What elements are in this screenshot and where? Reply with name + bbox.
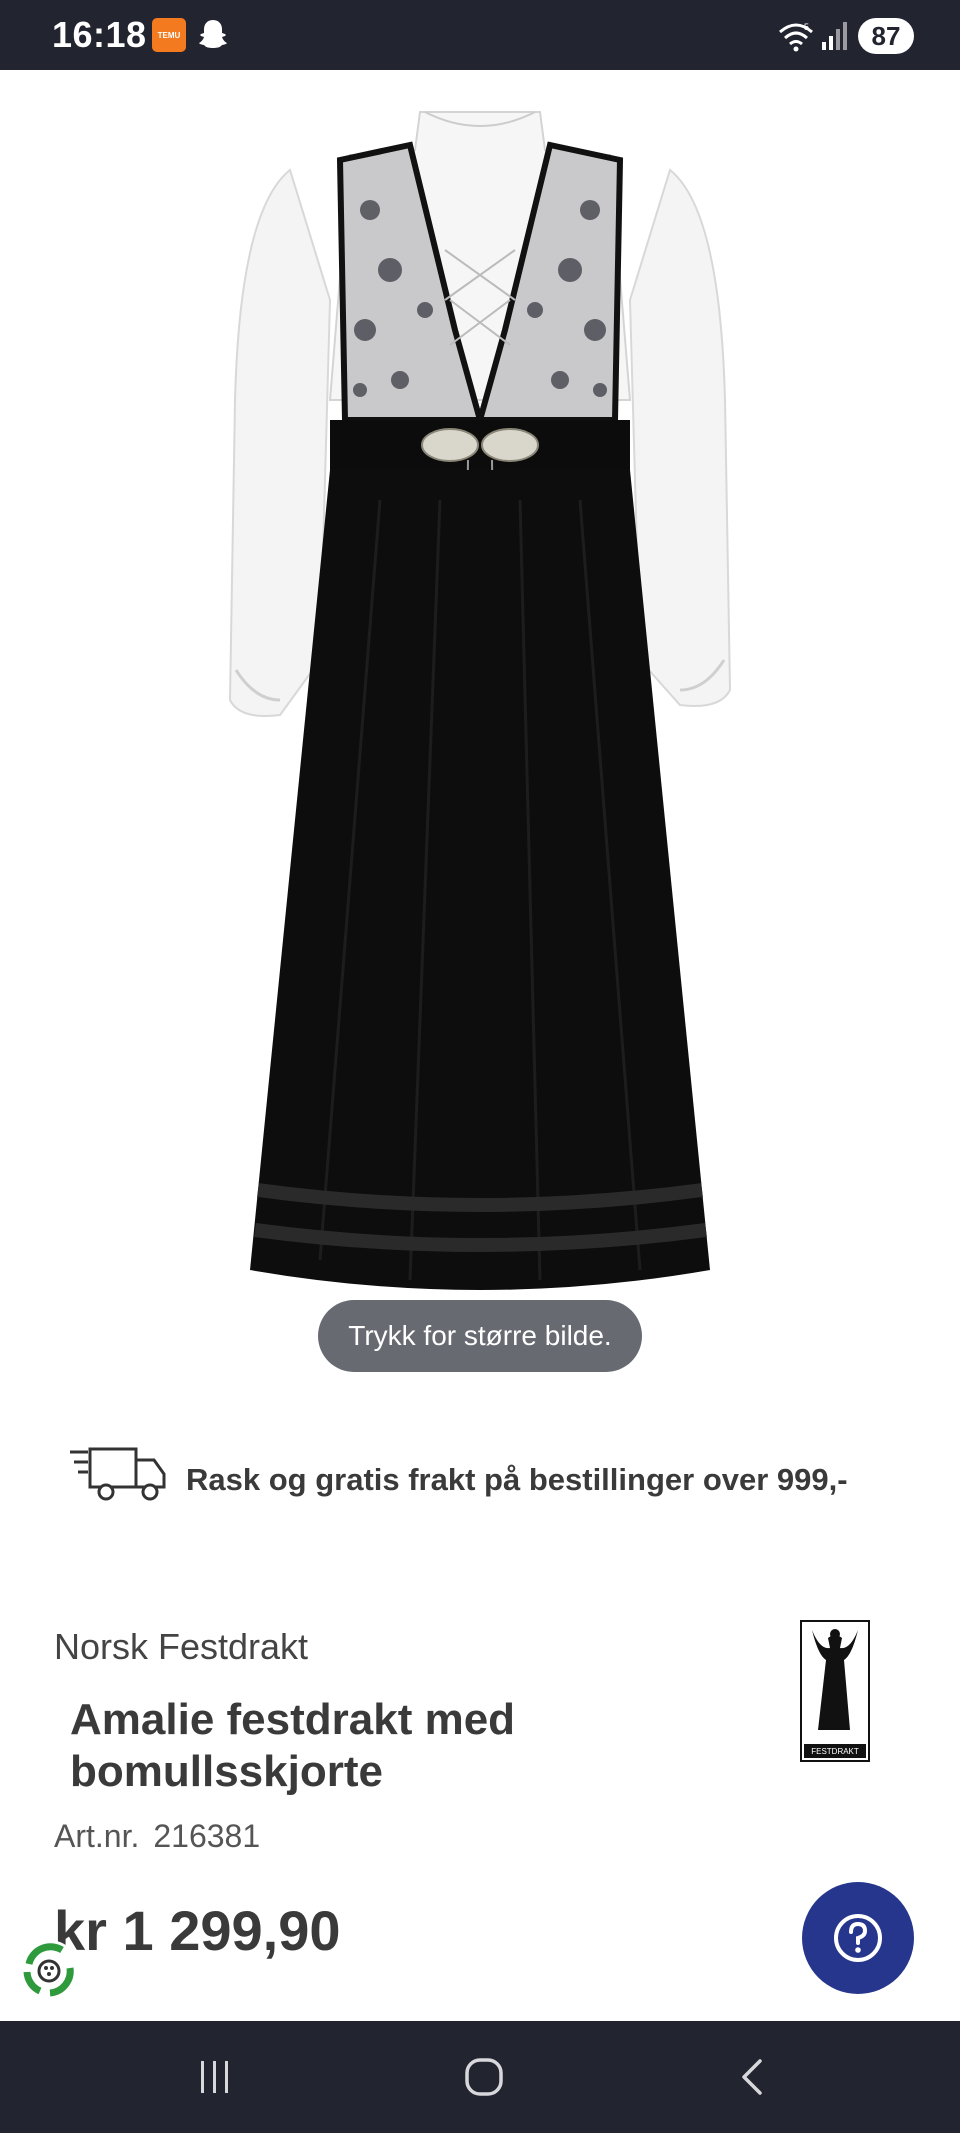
system-nav-bar — [0, 2021, 960, 2133]
question-mark-icon — [834, 1914, 882, 1962]
shipping-banner: Rask og gratis frakt på bestillinger ove… — [68, 1440, 928, 1520]
brand-name[interactable]: Norsk Festdrakt — [54, 1626, 308, 1668]
snapchat-icon — [199, 20, 227, 48]
back-button[interactable] — [722, 2051, 782, 2103]
recent-apps-button[interactable] — [185, 2051, 245, 2103]
signal-icon — [822, 22, 847, 50]
home-button[interactable] — [454, 2051, 514, 2103]
logo-text: FESTDRAKT — [811, 1747, 859, 1756]
product-image[interactable] — [200, 100, 760, 1340]
shipping-text: Rask og gratis frakt på bestillinger ove… — [186, 1462, 848, 1497]
temu-label: TEMU — [157, 30, 181, 40]
temu-app-icon: TEMU — [152, 18, 186, 52]
article-number-label: Art.nr. — [54, 1818, 140, 1854]
help-button[interactable] — [802, 1882, 914, 1994]
status-bar: 16:18 TEMU 5 87 — [0, 0, 960, 70]
product-title: Amalie festdrakt med bomullsskjorte — [70, 1695, 516, 1796]
battery-indicator: 87 — [858, 18, 914, 54]
wifi-icon: 5 — [779, 22, 813, 52]
svg-text:5: 5 — [804, 22, 809, 32]
recycle-badge-icon[interactable] — [14, 1936, 84, 2006]
recent-apps-icon — [201, 2061, 228, 2093]
delivery-truck-icon — [70, 1447, 166, 1501]
status-time: 16:18 — [52, 14, 147, 55]
back-icon — [742, 2059, 762, 2095]
brand-logo[interactable]: FESTDRAKT — [800, 1620, 870, 1762]
home-icon — [465, 2058, 503, 2096]
enlarge-image-hint[interactable]: Trykk for større bilde. — [318, 1300, 642, 1372]
product-price: kr 1 299,90 — [54, 1899, 341, 1962]
article-number-value: 216381 — [153, 1818, 261, 1854]
article-number: Art.nr. 216381 — [54, 1818, 274, 1855]
